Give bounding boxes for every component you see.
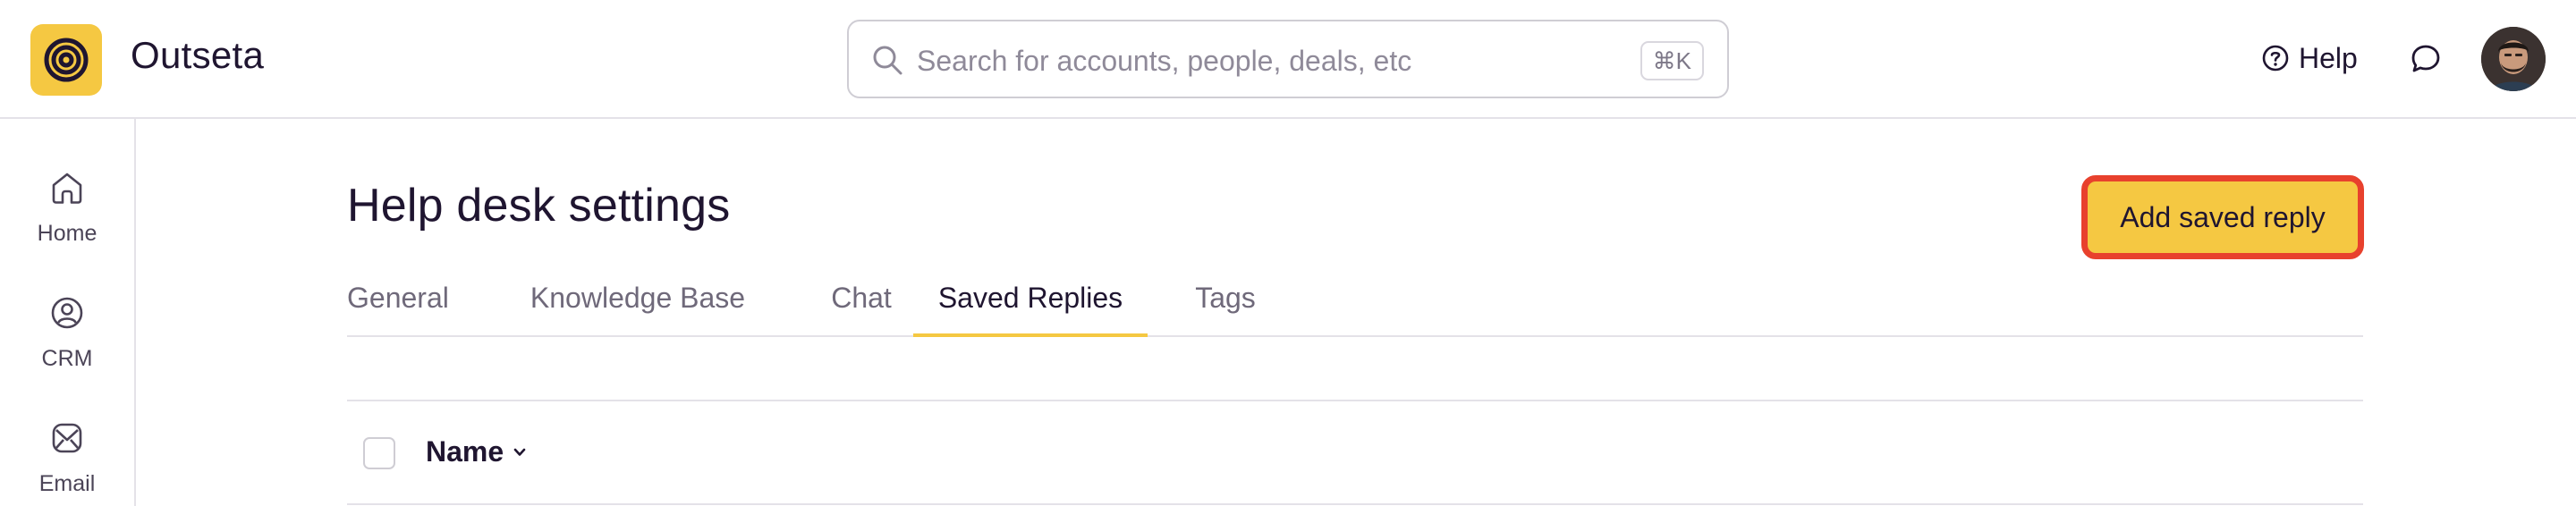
top-bar: Outseta Search for accounts, people, dea… xyxy=(0,0,2576,119)
search-input[interactable]: Search for accounts, people, deals, etc xyxy=(917,45,1411,78)
chevron-down-icon xyxy=(513,448,526,456)
table-header-row: Name xyxy=(347,401,2363,506)
tab-general[interactable]: General xyxy=(347,268,449,337)
select-all-checkbox[interactable] xyxy=(363,437,395,469)
brand-name: Outseta xyxy=(131,34,265,76)
sidebar-item-label: CRM xyxy=(41,346,93,371)
table-row-divider xyxy=(347,503,2363,505)
outseta-logo[interactable] xyxy=(30,24,102,96)
column-header-name[interactable]: Name xyxy=(426,435,529,468)
tab-tags[interactable]: Tags xyxy=(1175,268,1275,337)
sidebar-item-home[interactable]: Home xyxy=(0,167,134,247)
settings-tabs: General Knowledge Base Chat Saved Replie… xyxy=(347,268,2363,337)
search-shortcut-badge: ⌘K xyxy=(1640,41,1704,80)
help-label: Help xyxy=(2299,41,2358,74)
help-button[interactable]: Help xyxy=(2261,36,2358,80)
column-header-label: Name xyxy=(426,435,504,468)
user-avatar[interactable] xyxy=(2481,27,2546,91)
help-circle-icon xyxy=(2262,45,2289,72)
chat-button[interactable] xyxy=(2406,39,2445,79)
sidebar-nav: Home CRM Email xyxy=(0,119,136,506)
sidebar-item-crm[interactable]: CRM xyxy=(0,292,134,372)
add-saved-reply-button[interactable]: Add saved reply xyxy=(2081,175,2364,259)
global-search[interactable]: Search for accounts, people, deals, etc … xyxy=(847,20,1729,98)
search-icon xyxy=(873,46,902,75)
sidebar-item-email[interactable]: Email xyxy=(0,417,134,497)
tab-saved-replies[interactable]: Saved Replies xyxy=(913,268,1148,337)
logo-mark-icon xyxy=(44,38,89,82)
page-title: Help desk settings xyxy=(347,180,731,232)
sidebar-item-label: Home xyxy=(37,221,97,246)
crm-icon xyxy=(51,297,83,329)
avatar-photo xyxy=(2481,27,2546,91)
tab-chat[interactable]: Chat xyxy=(812,268,911,337)
home-icon xyxy=(52,173,82,204)
chat-bubble-icon xyxy=(2411,45,2440,72)
tab-knowledge-base[interactable]: Knowledge Base xyxy=(517,268,758,337)
sidebar-item-label: Email xyxy=(38,471,96,496)
email-icon xyxy=(52,423,82,453)
